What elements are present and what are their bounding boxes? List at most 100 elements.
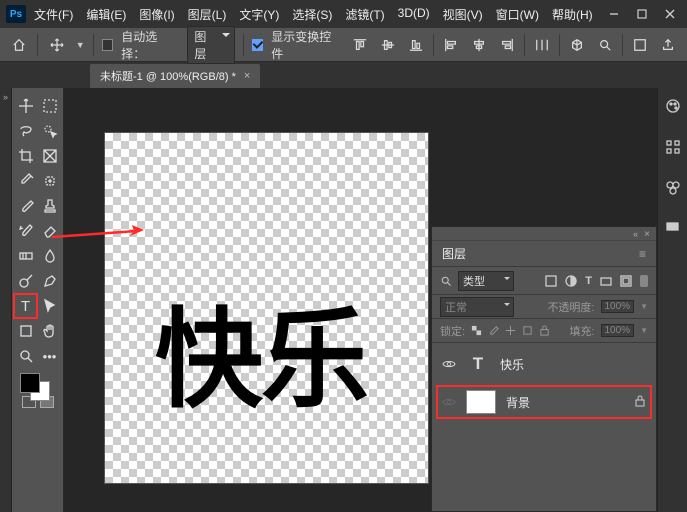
quick-select-tool[interactable] (38, 119, 61, 143)
collapse-panel-icon[interactable]: « (633, 229, 638, 238)
menu-help[interactable]: 帮助(H) (552, 6, 593, 23)
share-icon[interactable] (657, 34, 679, 56)
gradient-tool[interactable] (14, 244, 37, 268)
filter-shape-icon[interactable] (600, 275, 612, 287)
separator (559, 34, 560, 56)
window-maximize-button[interactable] (637, 9, 647, 19)
options-bar: ▼ 自动选择： 图层 显示变换控件 (0, 28, 687, 62)
canvas-text-layer[interactable]: 快乐 (155, 273, 367, 429)
visibility-toggle[interactable] (442, 395, 456, 409)
panel-menu-icon[interactable]: ≡ (639, 247, 646, 261)
layer-name[interactable]: 背景 (506, 394, 530, 411)
document-tab[interactable]: 未标题-1 @ 100%(RGB/8) * × (90, 64, 260, 88)
blend-mode-dropdown[interactable]: 正常 (440, 297, 514, 317)
search-icon[interactable] (594, 34, 616, 56)
filter-type-icon[interactable]: T (585, 275, 592, 287)
history-brush-tool[interactable] (14, 219, 37, 243)
menu-3d[interactable]: 3D(D) (398, 6, 430, 23)
home-icon[interactable] (8, 34, 29, 56)
filter-smart-icon[interactable] (620, 275, 632, 287)
lock-transparency-icon[interactable] (471, 325, 482, 336)
align-left-icon[interactable] (440, 34, 462, 56)
3d-mode-icon[interactable] (566, 34, 588, 56)
align-hcenter-icon[interactable] (468, 34, 490, 56)
eraser-tool[interactable] (38, 219, 61, 243)
menu-window[interactable]: 窗口(W) (496, 6, 539, 23)
visibility-toggle[interactable] (442, 357, 456, 371)
pen-tool[interactable] (38, 269, 61, 293)
lock-icon[interactable] (634, 395, 646, 410)
blur-tool[interactable] (38, 244, 61, 268)
lasso-tool[interactable] (14, 119, 37, 143)
close-tab-icon[interactable]: × (244, 70, 250, 82)
window-minimize-button[interactable] (609, 9, 619, 19)
separator (622, 34, 623, 56)
frame-tool[interactable] (38, 144, 61, 168)
frame-icon[interactable] (629, 34, 651, 56)
dodge-tool[interactable] (14, 269, 37, 293)
layers-tab[interactable]: 图层 (442, 245, 466, 262)
color-swatches[interactable] (14, 373, 61, 409)
menu-type[interactable]: 文字(Y) (239, 6, 279, 23)
foreground-color-swatch[interactable] (20, 373, 40, 393)
separator (433, 34, 434, 56)
distribute-icon[interactable] (531, 34, 553, 56)
shape-tool[interactable] (14, 319, 37, 343)
layer-row-text[interactable]: T 快乐 (438, 349, 650, 379)
chevron-down-icon[interactable]: ▼ (640, 326, 648, 335)
crop-tool[interactable] (14, 144, 37, 168)
swatches-panel-icon[interactable] (665, 221, 681, 240)
menu-layer[interactable]: 图层(L) (188, 6, 227, 23)
adjustments-panel-icon[interactable] (665, 139, 681, 158)
lock-artboard-icon[interactable] (522, 325, 533, 336)
filter-adjust-icon[interactable] (565, 275, 577, 287)
fill-value[interactable]: 100% (601, 324, 635, 337)
menu-select[interactable]: 选择(S) (292, 6, 332, 23)
lock-all-icon[interactable] (539, 325, 550, 336)
move-tool-icon[interactable] (46, 34, 67, 56)
stamp-tool[interactable] (38, 194, 61, 218)
eyedropper-tool[interactable] (14, 169, 37, 193)
menu-bar: Ps 文件(F) 编辑(E) 图像(I) 图层(L) 文字(Y) 选择(S) 滤… (0, 0, 687, 28)
align-bottom-icon[interactable] (405, 34, 427, 56)
chevron-down-icon[interactable]: ▼ (640, 302, 648, 311)
layer-row-background[interactable]: 背景 (438, 387, 650, 417)
path-select-tool[interactable] (38, 294, 61, 318)
type-layer-icon: T (466, 352, 490, 376)
menu-file[interactable]: 文件(F) (34, 6, 73, 23)
filter-pixel-icon[interactable] (545, 275, 557, 287)
document-canvas[interactable]: 快乐 (104, 132, 429, 484)
auto-select-checkbox[interactable] (102, 39, 114, 51)
libraries-panel-icon[interactable] (665, 180, 681, 199)
collapse-dock-icon[interactable]: » (3, 92, 8, 102)
zoom-tool[interactable] (14, 344, 37, 368)
layer-filter-row: 类型 T (432, 267, 656, 295)
healing-tool[interactable] (38, 169, 61, 193)
color-panel-icon[interactable] (665, 98, 681, 117)
filter-toggle[interactable] (640, 275, 648, 287)
menu-filter[interactable]: 滤镜(T) (345, 6, 384, 23)
align-vcenter-icon[interactable] (377, 34, 399, 56)
move-tool[interactable] (14, 94, 37, 118)
menu-view[interactable]: 视图(V) (443, 6, 483, 23)
brush-tool[interactable] (14, 194, 37, 218)
menu-edit[interactable]: 编辑(E) (86, 6, 126, 23)
show-transform-controls-checkbox[interactable] (252, 39, 264, 51)
marquee-tool[interactable] (38, 94, 61, 118)
lock-image-icon[interactable] (488, 325, 499, 336)
fill-label: 填充: (569, 323, 594, 339)
hand-tool[interactable] (38, 319, 61, 343)
close-panel-icon[interactable]: × (644, 229, 650, 238)
filter-type-dropdown[interactable]: 类型 (458, 271, 514, 291)
opacity-value[interactable]: 100% (601, 300, 635, 313)
layer-name[interactable]: 快乐 (500, 356, 524, 373)
window-close-button[interactable] (665, 9, 675, 19)
edit-toolbar[interactable]: ••• (38, 344, 61, 368)
align-top-icon[interactable] (349, 34, 371, 56)
align-right-icon[interactable] (496, 34, 518, 56)
type-tool[interactable]: T (14, 294, 37, 318)
lock-position-icon[interactable] (505, 325, 516, 336)
auto-select-mode-dropdown[interactable]: 图层 (187, 26, 234, 64)
menu-image[interactable]: 图像(I) (139, 6, 174, 23)
tool-preset-dropdown[interactable]: ▼ (76, 40, 85, 50)
